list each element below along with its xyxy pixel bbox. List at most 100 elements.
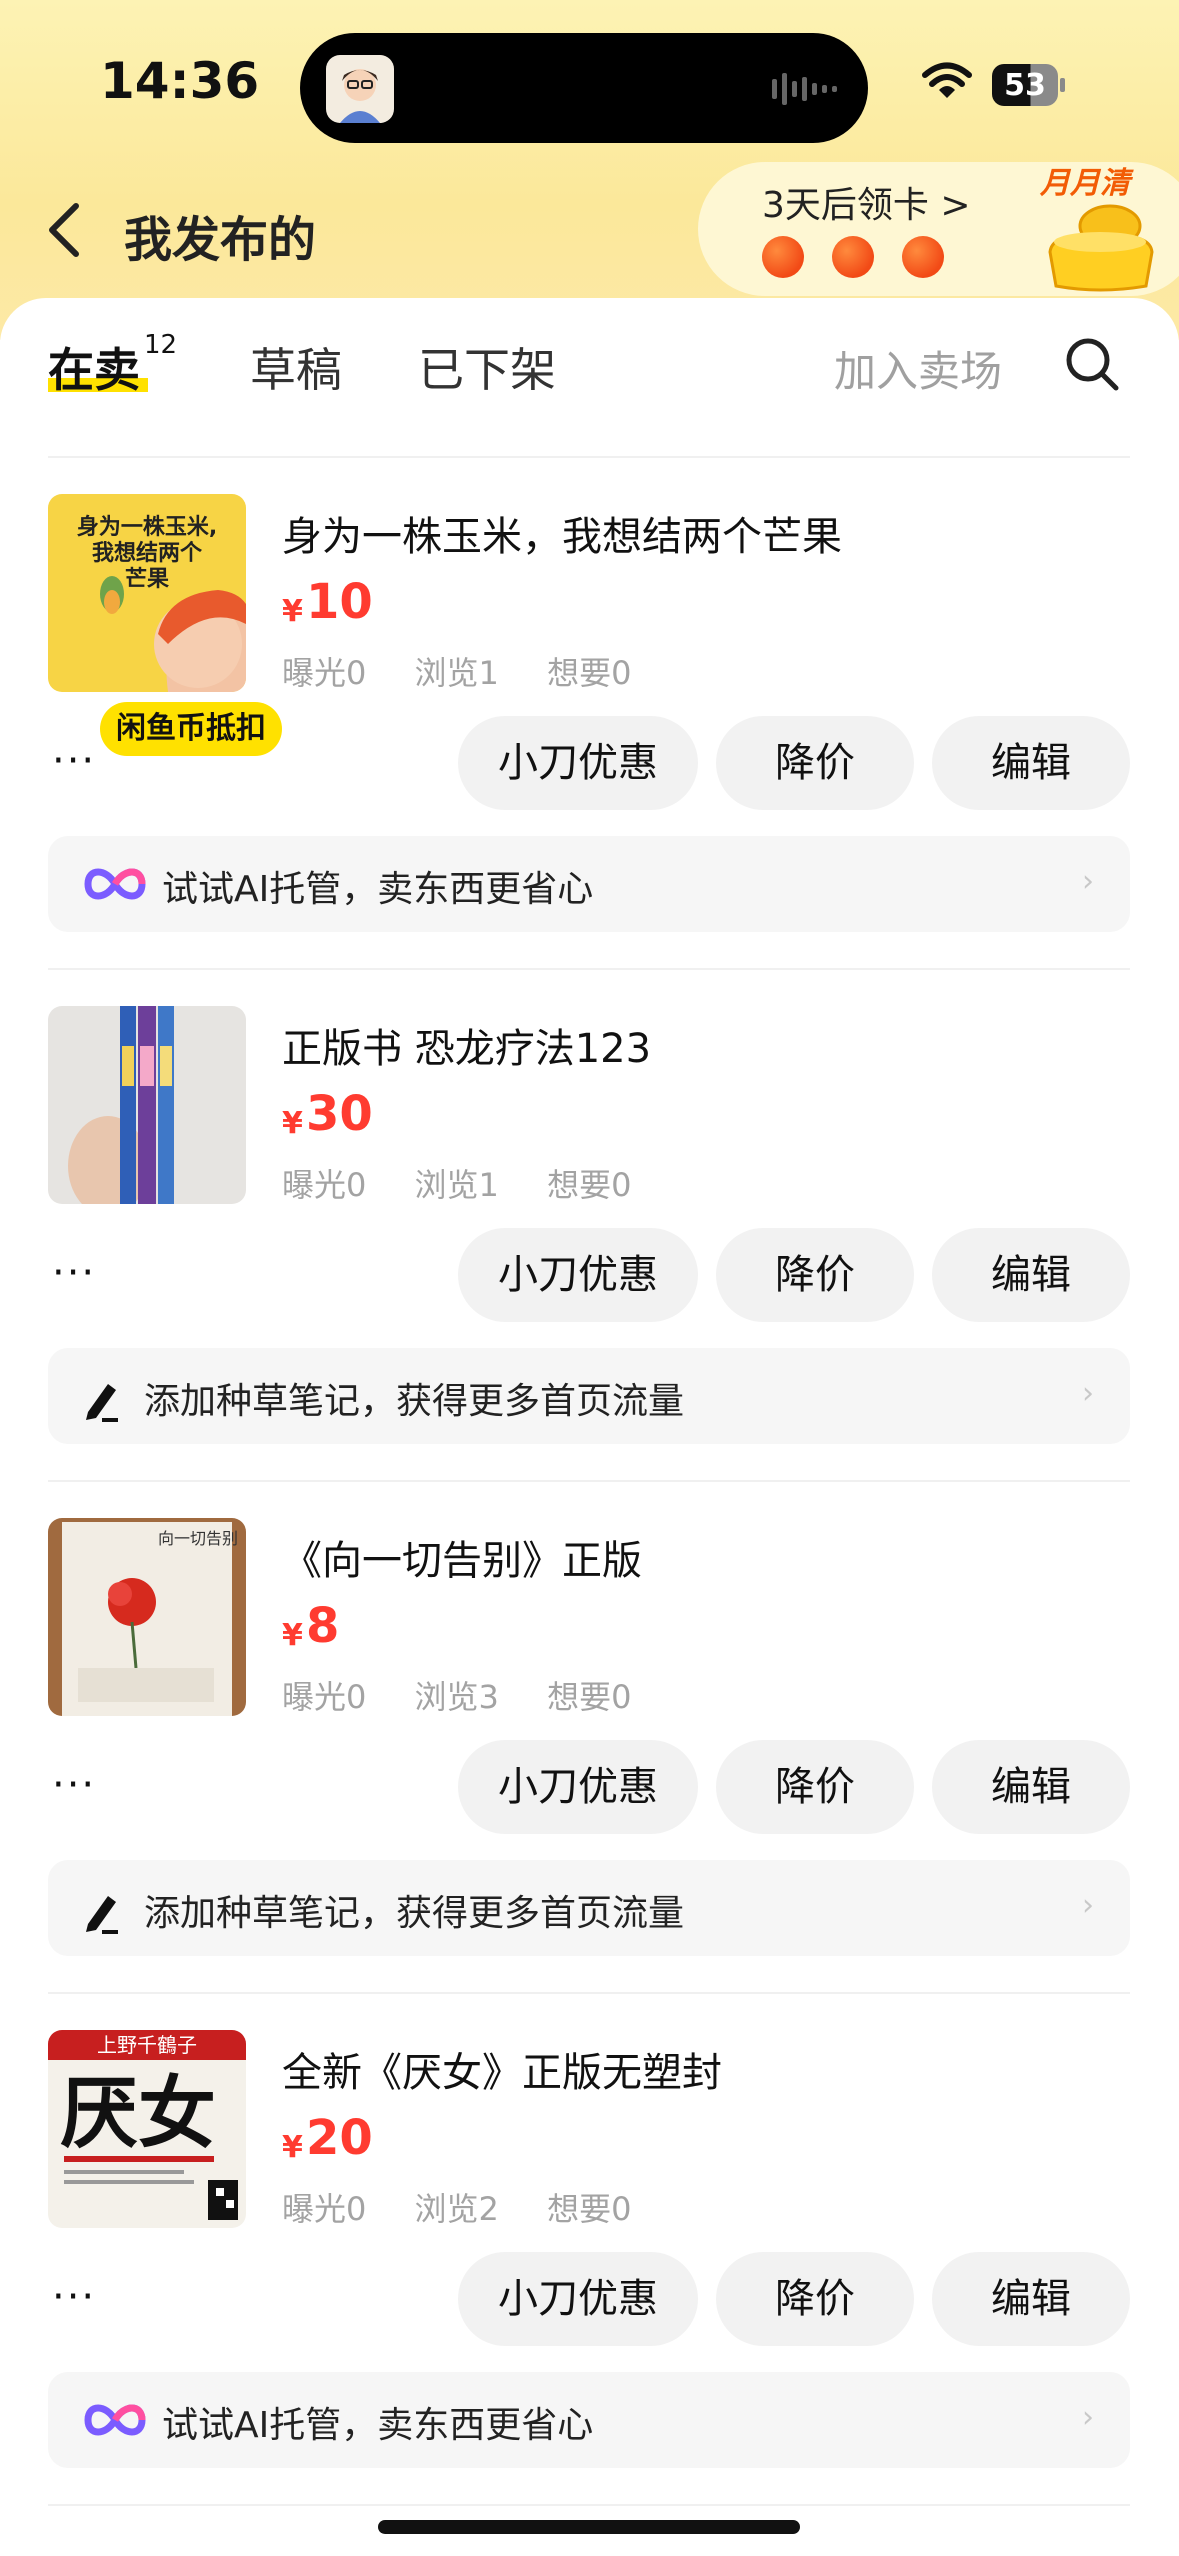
svg-text:芒果: 芒果 <box>125 566 169 592</box>
stat-wants: 想要0 <box>547 654 632 692</box>
dynamic-island[interactable] <box>300 33 868 143</box>
note-tip[interactable]: 添加种草笔记，获得更多首页流量 › <box>48 1348 1130 1444</box>
tip-text: 试试AI托管，卖东西更省心 <box>162 2405 594 2446</box>
app-avatar-icon <box>326 55 394 123</box>
edit-button[interactable]: 编辑 <box>932 716 1130 810</box>
coin-deduct-badge: 闲鱼币抵扣 <box>100 702 282 756</box>
reduce-price-button[interactable]: 降价 <box>716 2252 914 2346</box>
stat-exposure: 曝光0 <box>282 654 367 692</box>
more-options-button[interactable]: ··· <box>52 2274 96 2320</box>
item-stats: 曝光0 浏览2 想要0 <box>282 2184 669 2230</box>
more-options-button[interactable]: ··· <box>52 1762 96 1808</box>
back-arrow-icon[interactable] <box>44 200 84 260</box>
battery-indicator: 53 <box>992 64 1066 106</box>
pen-icon <box>86 1896 118 1934</box>
chevron-right-icon: › <box>1082 2400 1094 2435</box>
stat-exposure: 曝光0 <box>282 1166 367 1204</box>
tip-text: 试试AI托管，卖东西更省心 <box>162 869 594 910</box>
audio-wave-icon <box>772 73 837 105</box>
promo-text: 3天后领卡 > <box>762 185 971 226</box>
item-title[interactable]: 全新《厌女》正版无塑封 <box>282 2040 722 2098</box>
chevron-right-icon: › <box>1082 864 1094 899</box>
discount-button[interactable]: 小刀优惠 <box>458 716 698 810</box>
listing-item[interactable]: 正版书 恐龙疗法123 ¥ 30 曝光0 浏览1 想要0 ··· 小刀优惠 降价… <box>0 1006 1179 1518</box>
stat-exposure: 曝光0 <box>282 2190 367 2228</box>
progress-dot <box>762 236 804 278</box>
tab-drafts[interactable]: 草稿 <box>250 334 342 400</box>
item-price: 30 <box>306 1086 373 1142</box>
discount-button[interactable]: 小刀优惠 <box>458 1228 698 1322</box>
item-cover-image[interactable]: 向一切告别 <box>48 1518 246 1716</box>
ai-hosting-tip[interactable]: 试试AI托管，卖东西更省心 › <box>48 2372 1130 2468</box>
tab-selling[interactable]: 在卖 <box>48 334 140 400</box>
stat-exposure: 曝光0 <box>282 1678 367 1716</box>
reduce-price-button[interactable]: 降价 <box>716 716 914 810</box>
join-market-link[interactable]: 加入卖场 <box>834 338 1002 399</box>
stat-views: 浏览2 <box>414 2190 499 2228</box>
cover-title: 向一切告别 <box>158 1529 238 1548</box>
page-title: 我发布的 <box>124 212 317 268</box>
currency-symbol: ¥ <box>282 594 303 629</box>
item-price: 8 <box>306 1598 340 1654</box>
stat-wants: 想要0 <box>547 1678 632 1716</box>
currency-symbol: ¥ <box>282 1106 303 1141</box>
divider <box>48 2504 1130 2506</box>
currency-symbol: ¥ <box>282 2130 303 2165</box>
pen-icon <box>86 1384 118 1422</box>
item-stats: 曝光0 浏览1 想要0 <box>282 648 669 694</box>
ai-hosting-tip[interactable]: 试试AI托管，卖东西更省心 › <box>48 836 1130 932</box>
tab-selling-count: 12 <box>144 330 178 360</box>
divider <box>48 456 1130 458</box>
stat-wants: 想要0 <box>547 2190 632 2228</box>
item-cover-image[interactable]: 身为一株玉米, 我想结两个 芒果 <box>48 494 246 692</box>
svg-text:我想结两个: 我想结两个 <box>92 540 203 566</box>
reduce-price-button[interactable]: 降价 <box>716 1228 914 1322</box>
reduce-price-button[interactable]: 降价 <box>716 1740 914 1834</box>
coin-bag-icon[interactable] <box>1040 196 1162 292</box>
more-options-button[interactable]: ··· <box>52 1250 96 1296</box>
stat-views: 浏览1 <box>414 1166 499 1204</box>
discount-button[interactable]: 小刀优惠 <box>458 1740 698 1834</box>
chevron-right-icon: › <box>1082 1888 1094 1923</box>
item-stats: 曝光0 浏览3 想要0 <box>282 1672 669 1718</box>
item-title[interactable]: 正版书 恐龙疗法123 <box>282 1016 651 1074</box>
edit-button[interactable]: 编辑 <box>932 2252 1130 2346</box>
ai-infinity-icon <box>84 2404 146 2436</box>
cover-title: 厌女 <box>60 2068 216 2159</box>
search-icon[interactable] <box>1064 336 1120 392</box>
listing-item[interactable]: 上野千鶴子 厌女 全新《厌女》正版无塑封 ¥ 20 曝光0 浏览2 想要0 ··… <box>0 2030 1179 2542</box>
ai-infinity-icon <box>84 868 146 900</box>
cover-author: 上野千鶴子 <box>97 2033 197 2057</box>
item-cover-image[interactable] <box>48 1006 246 1204</box>
item-title[interactable]: 身为一株玉米，我想结两个芒果 <box>282 504 842 562</box>
svg-text:身为一株玉米,: 身为一株玉米, <box>77 514 217 540</box>
divider <box>48 968 1130 970</box>
discount-button[interactable]: 小刀优惠 <box>458 2252 698 2346</box>
stat-views: 浏览3 <box>414 1678 499 1716</box>
tip-text: 添加种草笔记，获得更多首页流量 <box>144 1893 685 1934</box>
divider <box>48 1480 1130 1482</box>
stat-wants: 想要0 <box>547 1166 632 1204</box>
item-title[interactable]: 《向一切告别》正版 <box>282 1528 642 1586</box>
item-stats: 曝光0 浏览1 想要0 <box>282 1160 669 1206</box>
stat-views: 浏览1 <box>414 654 499 692</box>
divider <box>48 1992 1130 1994</box>
wifi-icon <box>922 62 972 98</box>
progress-dot <box>832 236 874 278</box>
item-cover-image[interactable]: 上野千鶴子 厌女 <box>48 2030 246 2228</box>
item-price: 20 <box>306 2110 373 2166</box>
item-price: 10 <box>306 574 373 630</box>
progress-dot <box>902 236 944 278</box>
more-options-button[interactable]: ··· <box>52 738 96 784</box>
home-indicator[interactable] <box>378 2520 800 2534</box>
note-tip[interactable]: 添加种草笔记，获得更多首页流量 › <box>48 1860 1130 1956</box>
edit-button[interactable]: 编辑 <box>932 1740 1130 1834</box>
currency-symbol: ¥ <box>282 1618 303 1653</box>
edit-button[interactable]: 编辑 <box>932 1228 1130 1322</box>
tab-delisted[interactable]: 已下架 <box>418 334 556 400</box>
chevron-right-icon: › <box>1082 1376 1094 1411</box>
status-time: 14:36 <box>100 52 260 110</box>
listing-item[interactable]: 向一切告别 《向一切告别》正版 ¥ 8 曝光0 浏览3 想要0 ··· 小刀优惠… <box>0 1518 1179 2030</box>
tip-text: 添加种草笔记，获得更多首页流量 <box>144 1381 685 1422</box>
listing-item[interactable]: 身为一株玉米, 我想结两个 芒果 身为一株玉米，我想结两个芒果 ¥ 10 曝光0… <box>0 494 1179 1006</box>
